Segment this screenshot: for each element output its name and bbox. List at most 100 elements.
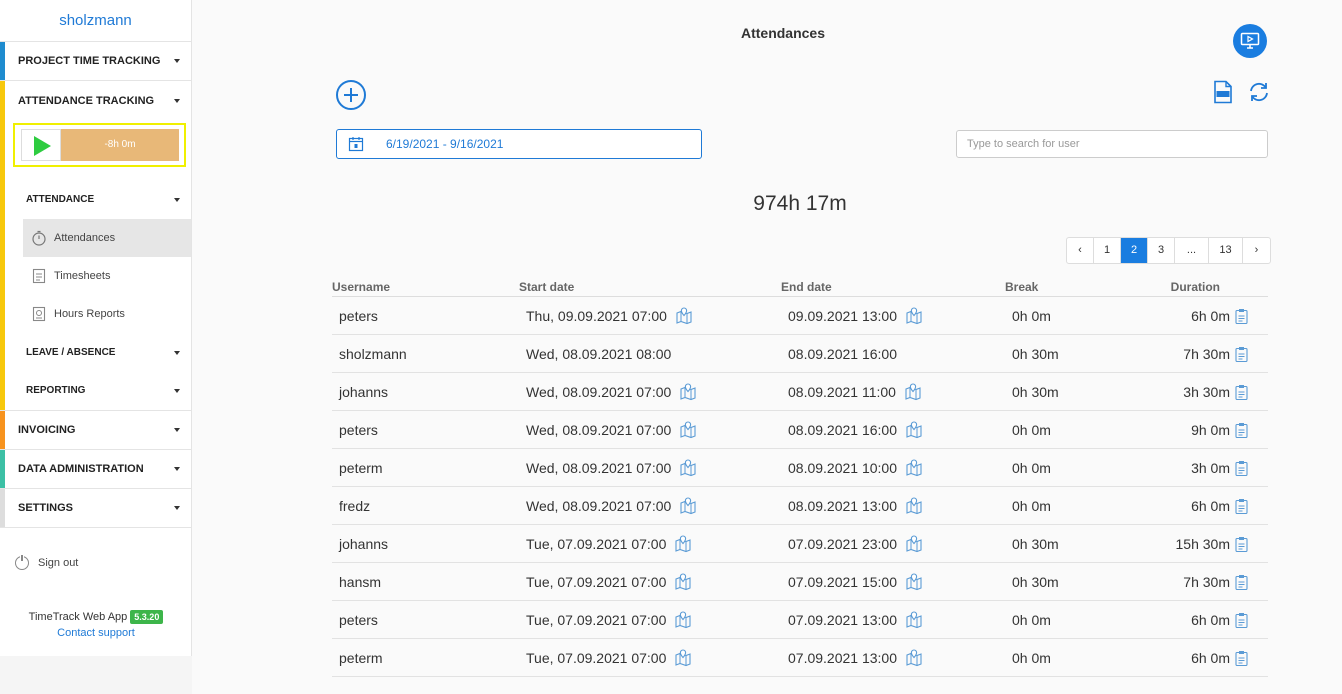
clipboard-icon[interactable] [1235, 574, 1248, 590]
table-row[interactable]: peters Wed, 08.09.2021 07:00 08.09.2021 16… [332, 411, 1268, 449]
map-location-icon[interactable] [679, 496, 697, 515]
map-location-icon[interactable] [679, 420, 697, 439]
cell-end-date: 08.09.2021 16:00 [788, 411, 923, 448]
column-header-start-date[interactable]: Start date [519, 280, 574, 294]
timer-elapsed[interactable]: -8h 0m [61, 129, 179, 161]
table-row[interactable]: hansm Tue, 07.09.2021 07:00 07.09.2021 15:… [332, 563, 1268, 601]
map-location-icon[interactable] [674, 534, 692, 553]
section-label: SETTINGS [18, 502, 74, 514]
map-location-icon[interactable] [905, 306, 923, 325]
cell-end-date: 07.09.2021 13:00 [788, 639, 923, 676]
attendance-timer: -8h 0m [13, 123, 186, 167]
nav-item-attendances[interactable]: Attendances [23, 219, 191, 257]
map-location-icon[interactable] [675, 306, 693, 325]
table-row[interactable]: peters Tue, 07.09.2021 07:00 07.09.2021 13… [332, 601, 1268, 639]
subsection-label: LEAVE / ABSENCE [26, 347, 116, 358]
clipboard-icon[interactable] [1235, 498, 1248, 514]
end-date-text: 07.09.2021 13:00 [788, 649, 897, 666]
export-csv-button[interactable] [1212, 80, 1234, 104]
map-location-icon[interactable] [905, 572, 923, 591]
table-row[interactable]: sholzmann Wed, 08.09.2021 08:00 08.09.2021… [332, 335, 1268, 373]
subsection-leave-absence[interactable]: LEAVE / ABSENCE [5, 334, 191, 372]
report-icon [31, 306, 47, 322]
table-row[interactable]: peterm Wed, 08.09.2021 07:00 08.09.2021 10… [332, 449, 1268, 487]
duration-text: 6h 0m [1191, 649, 1230, 666]
clipboard-icon[interactable] [1235, 422, 1248, 438]
clipboard-icon[interactable] [1235, 650, 1248, 666]
pagination-prev[interactable]: ‹ [1067, 238, 1094, 263]
cell-break: 0h 30m [1012, 525, 1059, 562]
section-data-administration[interactable]: DATA ADMINISTRATION [0, 450, 191, 489]
section-attendance-tracking[interactable]: ATTENDANCE TRACKING [0, 81, 191, 120]
pagination-page[interactable]: 1 [1094, 238, 1121, 263]
table-row[interactable]: peters Thu, 09.09.2021 07:00 09.09.2021 13… [332, 297, 1268, 335]
table-row[interactable]: peterm Tue, 07.09.2021 07:00 07.09.2021 13… [332, 639, 1268, 677]
refresh-button[interactable] [1247, 80, 1271, 104]
clipboard-icon[interactable] [1235, 612, 1248, 628]
screen-recording-button[interactable] [1233, 24, 1267, 58]
map-location-icon[interactable] [905, 458, 923, 477]
cell-duration: 3h 30m [1183, 373, 1248, 410]
nav-item-hours-reports[interactable]: Hours Reports [23, 295, 191, 333]
pagination-next[interactable]: › [1243, 238, 1270, 263]
username-label[interactable]: sholzmann [0, 0, 191, 42]
map-location-icon[interactable] [674, 610, 692, 629]
start-timer-button[interactable] [21, 129, 61, 161]
end-date-text: 08.09.2021 11:00 [788, 383, 896, 400]
pagination-page-active[interactable]: 2 [1121, 238, 1148, 263]
table-row[interactable]: johanns Wed, 08.09.2021 07:00 08.09.2021 1… [332, 373, 1268, 411]
duration-text: 15h 30m [1175, 535, 1230, 552]
pagination-page[interactable]: 3 [1148, 238, 1175, 263]
cell-username: hansm [339, 563, 381, 600]
map-location-icon[interactable] [905, 420, 923, 439]
username-text: sholzmann [339, 345, 407, 362]
break-text: 0h 0m [1012, 459, 1051, 476]
end-date-text: 08.09.2021 16:00 [788, 421, 897, 438]
start-date-text: Wed, 08.09.2021 07:00 [526, 421, 672, 438]
section-settings[interactable]: SETTINGS [0, 489, 191, 528]
clipboard-icon[interactable] [1235, 308, 1248, 324]
column-header-break[interactable]: Break [1005, 280, 1038, 294]
column-header-duration[interactable]: Duration [1171, 280, 1220, 294]
cell-username: peterm [339, 449, 383, 486]
map-location-icon[interactable] [905, 496, 923, 515]
main-content: Attendances 6/19/2021 - 9/16/2021 974h 1… [192, 0, 1342, 694]
subsection-reporting[interactable]: REPORTING [5, 372, 191, 410]
map-location-icon[interactable] [674, 648, 692, 667]
map-location-icon[interactable] [904, 382, 922, 401]
play-icon [34, 136, 51, 156]
cell-end-date: 07.09.2021 23:00 [788, 525, 923, 562]
map-location-icon[interactable] [905, 648, 923, 667]
clipboard-icon[interactable] [1235, 384, 1248, 400]
clipboard-icon[interactable] [1235, 346, 1248, 362]
add-attendance-button[interactable] [336, 80, 366, 110]
break-text: 0h 30m [1012, 573, 1059, 590]
sign-out-button[interactable]: Sign out [15, 554, 78, 570]
map-location-icon[interactable] [905, 534, 923, 553]
subsection-attendance[interactable]: ATTENDANCE [5, 181, 191, 219]
column-header-end-date[interactable]: End date [781, 280, 832, 294]
cell-duration: 6h 0m [1191, 297, 1248, 334]
cell-duration: 15h 30m [1176, 525, 1248, 562]
column-header-username[interactable]: Username [332, 280, 390, 294]
pagination-page[interactable]: 13 [1209, 238, 1243, 263]
table-row[interactable]: fredz Wed, 08.09.2021 07:00 08.09.2021 13:… [332, 487, 1268, 525]
map-location-icon[interactable] [674, 572, 692, 591]
table-row[interactable]: johanns Tue, 07.09.2021 07:00 07.09.2021 2… [332, 525, 1268, 563]
user-search-input[interactable] [956, 130, 1268, 158]
map-location-icon[interactable] [679, 382, 697, 401]
cell-end-date: 08.09.2021 16:00 [788, 335, 897, 372]
section-color-bar [0, 489, 5, 527]
date-range-picker[interactable]: 6/19/2021 - 9/16/2021 [336, 129, 702, 159]
section-project-time-tracking[interactable]: PROJECT TIME TRACKING [0, 42, 191, 81]
contact-support-link[interactable]: Contact support [0, 627, 192, 639]
stopwatch-icon [31, 230, 47, 246]
nav-item-timesheets[interactable]: Timesheets [23, 257, 191, 295]
document-icon [31, 268, 47, 284]
map-location-icon[interactable] [905, 610, 923, 629]
section-invoicing[interactable]: INVOICING [0, 411, 191, 450]
cell-break: 0h 0m [1012, 297, 1051, 334]
map-location-icon[interactable] [679, 458, 697, 477]
clipboard-icon[interactable] [1235, 460, 1248, 476]
clipboard-icon[interactable] [1235, 536, 1248, 552]
